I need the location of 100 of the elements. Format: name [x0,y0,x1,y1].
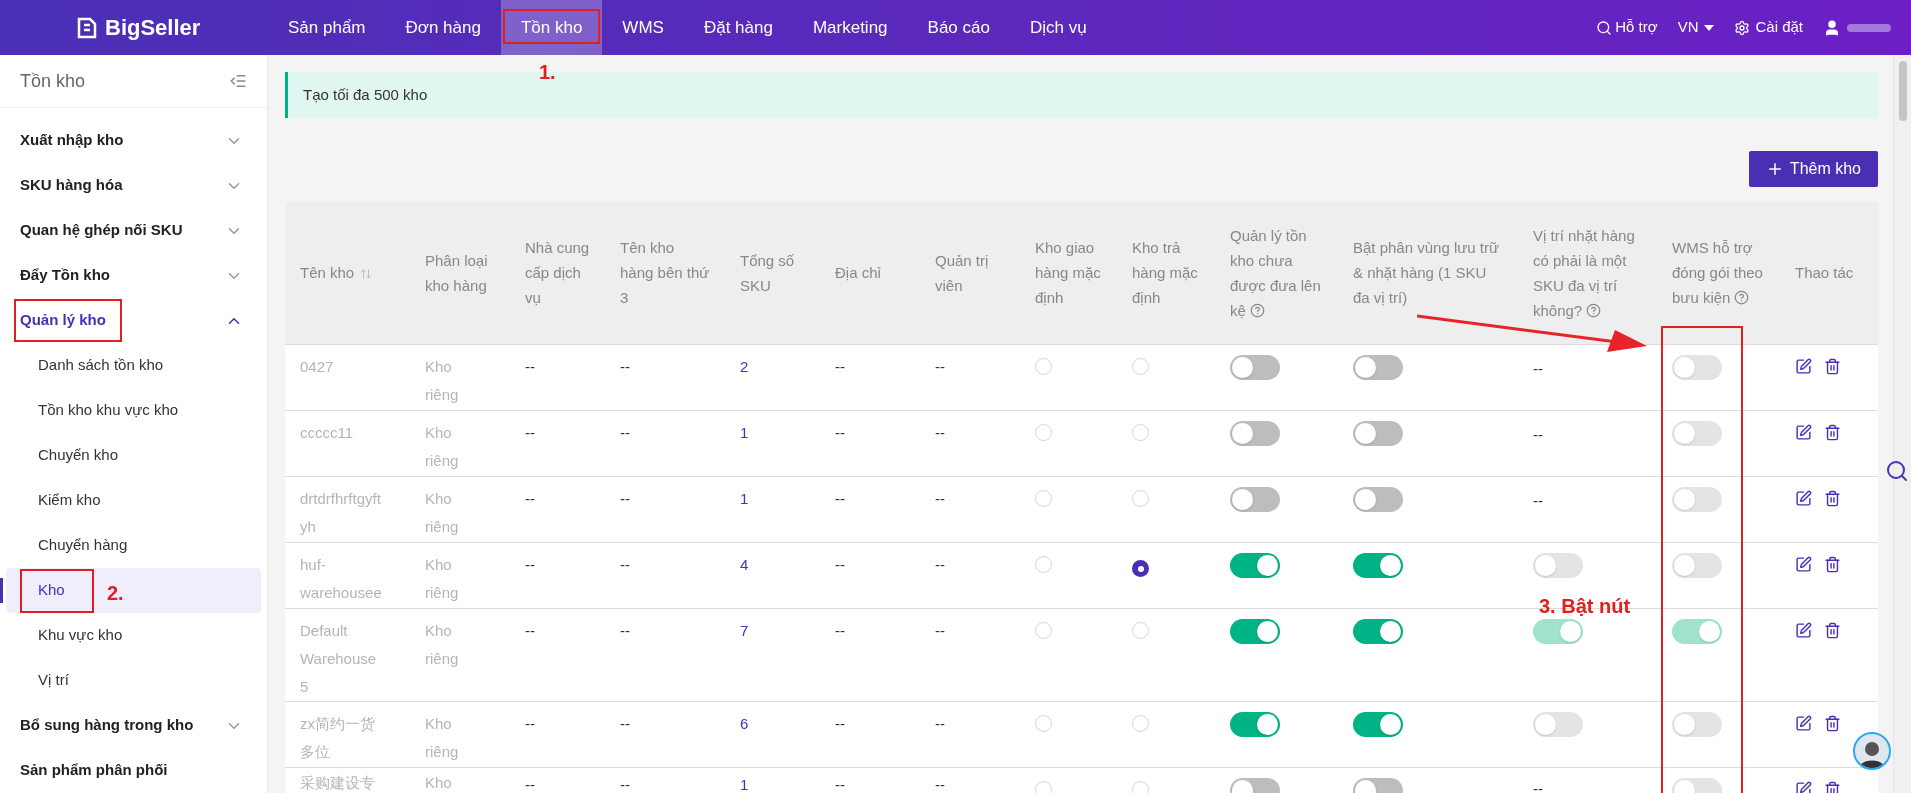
sku-count-link[interactable]: 7 [740,621,749,639]
sidebar-group[interactable]: Xuất nhập kho [14,119,140,162]
radio-button[interactable] [1035,714,1052,732]
nav-tab[interactable]: Đặt hàng [683,0,793,55]
column-header: Nhà cung cấp dịch vụ [525,239,590,307]
table-cell: -- [620,621,630,639]
radio-button[interactable] [1035,621,1052,639]
toggle-switch[interactable] [1353,486,1403,512]
support-avatar[interactable] [1853,732,1891,770]
toggle-switch[interactable] [1353,354,1403,380]
toggle-switch[interactable] [1353,711,1403,737]
nav-tab[interactable]: WMS [602,0,684,55]
table-cell-text: Default Warehouse 5 [300,620,378,697]
radio-button[interactable] [1132,714,1149,732]
delete-icon[interactable] [1824,489,1841,507]
table-cell: -- [935,489,945,507]
toggle-switch[interactable] [1230,711,1280,737]
sidebar-group[interactable]: SKU hàng hóa [14,164,139,207]
nav-tab[interactable]: Tồn kho [500,0,603,55]
sku-count-link[interactable]: 6 [740,714,749,732]
nav-tab[interactable]: Dịch vụ [1009,0,1107,55]
table-cell: -- [935,423,945,441]
sidebar-group[interactable]: Bổ sung hàng trong kho [14,704,210,747]
radio-button[interactable] [1132,560,1149,577]
toggle-switch[interactable] [1230,552,1280,578]
toggle-switch[interactable] [1230,618,1280,644]
settings-link[interactable]: Cài đặt [1734,16,1803,39]
edit-icon[interactable] [1795,780,1812,793]
edit-icon[interactable] [1795,489,1812,507]
radio-button[interactable] [1035,423,1052,441]
radio-button[interactable] [1132,357,1149,375]
edit-icon[interactable] [1795,423,1812,441]
sidebar-group[interactable]: Đẩy Tồn kho [14,254,126,297]
language-select[interactable]: VN [1677,16,1715,39]
toggle-switch[interactable] [1230,486,1280,512]
column-header: Địa chỉ [835,264,881,282]
help-link[interactable]: Hỗ trợ [1596,16,1658,39]
sidebar-group[interactable]: Quản lý kho [14,299,122,342]
nav-tab[interactable]: Sản phẩm [268,0,386,55]
column-header: Quản trị viên [935,251,989,294]
toggle-switch[interactable] [1230,354,1280,380]
nav-tab[interactable]: Báo cáo [907,0,1010,55]
table-cell: -- [835,357,845,375]
sidebar-item[interactable]: Khu vực kho [6,613,261,658]
radio-button[interactable] [1132,423,1149,441]
column-header: Tên kho [300,264,373,282]
sidebar-group[interactable]: Quan hệ ghép nối SKU [14,209,199,252]
search-icon[interactable] [1885,459,1909,483]
sku-count-link[interactable]: 1 [740,775,749,793]
nav-tab[interactable]: Marketing [792,0,908,55]
scrollbar-thumb[interactable] [1898,61,1907,121]
sidebar-item[interactable]: Tồn kho khu vực kho [6,388,261,433]
sidebar-item[interactable]: Danh sách tồn kho [6,343,261,388]
edit-icon[interactable] [1795,714,1812,732]
delete-icon[interactable] [1824,555,1841,573]
sku-count-link[interactable]: 4 [740,555,749,573]
table-cell-text: ccccc11 [300,422,355,443]
edit-icon[interactable] [1795,621,1812,639]
edit-icon[interactable] [1795,357,1812,375]
user-icon[interactable] [1823,18,1841,37]
help-icon [1249,302,1265,318]
table-cell: -- [1533,359,1543,377]
radio-button[interactable] [1132,621,1149,639]
delete-icon[interactable] [1824,714,1841,732]
delete-icon[interactable] [1824,621,1841,639]
delete-icon[interactable] [1824,780,1841,793]
radio-button[interactable] [1035,489,1052,507]
sidebar-item[interactable]: Chuyển hàng [6,523,261,568]
edit-icon[interactable] [1795,555,1812,573]
column-header: Kho giao hàng mặc định [1035,239,1101,307]
nav-tab[interactable]: Đơn hàng [385,0,501,55]
toggle-switch[interactable] [1353,552,1403,578]
table-cell: -- [620,775,630,793]
radio-button[interactable] [1035,357,1052,375]
radio-button[interactable] [1035,780,1052,793]
toggle-switch[interactable] [1353,420,1403,446]
sidebar-item[interactable]: Vị trí [6,658,261,703]
radio-button[interactable] [1132,489,1149,507]
table-cell-text: Kho riêng [425,713,460,762]
table-cell: -- [935,714,945,732]
table-cell-text: 0427 [300,356,335,377]
brand-name: BigSeller [105,14,201,42]
radio-button[interactable] [1035,555,1052,573]
sku-count-link[interactable]: 1 [740,423,749,441]
add-button[interactable]: Thêm kho [1748,151,1878,187]
sidebar-item[interactable]: Chuyển kho [6,433,261,478]
radio-button[interactable] [1132,780,1149,793]
sidebar-group[interactable]: Sản phẩm phân phối [14,749,184,792]
sidebar-item[interactable]: Kiểm kho [6,478,261,523]
caret-icon [1704,24,1715,31]
delete-icon[interactable] [1824,357,1841,375]
toggle-switch[interactable] [1230,420,1280,446]
toggle-switch[interactable] [1353,618,1403,644]
sku-count-link[interactable]: 1 [740,489,749,507]
table-cell: -- [835,714,845,732]
collapse-icon[interactable] [229,72,247,90]
table-cell: -- [525,714,535,732]
sku-count-link[interactable]: 2 [740,357,749,375]
delete-icon[interactable] [1824,423,1841,441]
sort-icon [360,268,373,281]
